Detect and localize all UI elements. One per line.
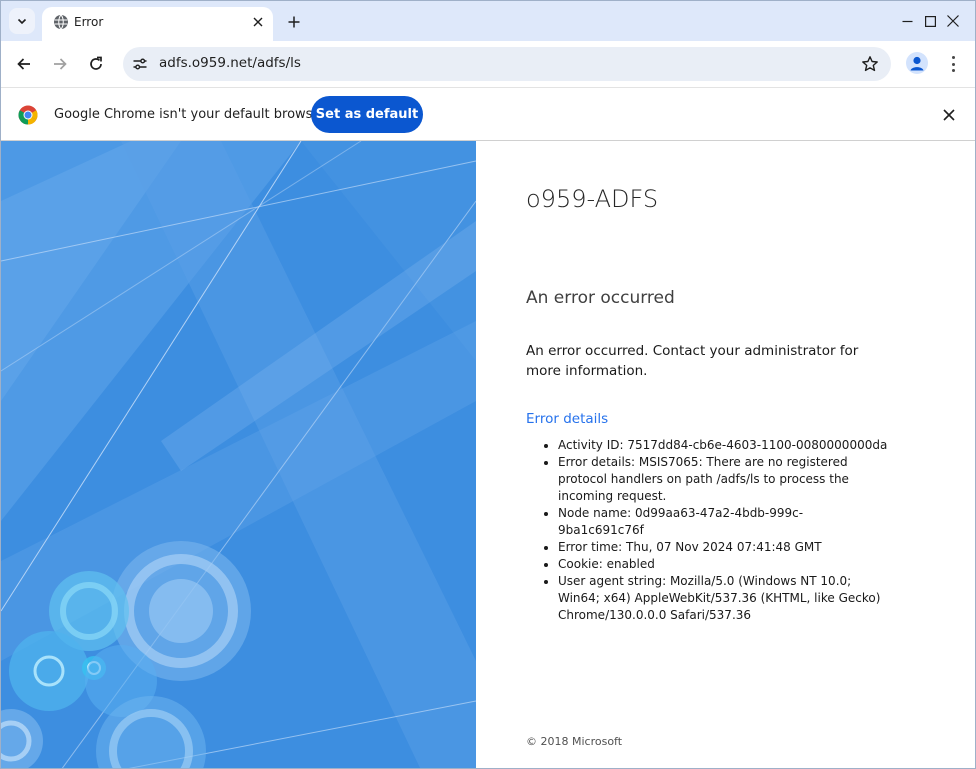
detail-user-agent: User agent string: Mozilla/5.0 (Windows … — [558, 573, 888, 624]
profile-button[interactable] — [906, 52, 928, 74]
forward-button[interactable] — [48, 52, 72, 76]
tab-close-button[interactable] — [250, 14, 266, 30]
default-browser-infobar: Google Chrome isn't your default browser… — [1, 87, 975, 141]
decorative-background — [1, 141, 476, 768]
copyright: © 2018 Microsoft — [526, 735, 623, 748]
error-details-link[interactable]: Error details — [526, 411, 608, 427]
detail-error-time: Error time: Thu, 07 Nov 2024 07:41:48 GM… — [558, 539, 888, 556]
new-tab-button[interactable] — [284, 12, 304, 32]
url-text[interactable]: adfs.o959.net/adfs/ls — [159, 55, 301, 71]
detail-node-name: Node name: 0d99aa63-47a2-4bdb-999c-9ba1c… — [558, 505, 888, 539]
background-illustration — [1, 141, 476, 768]
detail-activity-id: Activity ID: 7517dd84-cb6e-4603-1100-008… — [558, 437, 888, 454]
tab-title: Error — [74, 15, 104, 29]
tab-active[interactable]: Error — [42, 7, 273, 41]
forward-arrow-icon — [54, 58, 67, 70]
tune-icon — [133, 58, 147, 70]
chrome-logo-icon — [18, 105, 38, 125]
star-icon[interactable] — [861, 55, 879, 73]
close-icon — [253, 17, 263, 27]
close-window-button[interactable] — [930, 1, 975, 41]
site-info-button[interactable] — [131, 55, 149, 73]
back-arrow-icon — [17, 58, 30, 70]
error-message: An error occurred. Contact your administ… — [526, 343, 859, 379]
error-panel: o959-ADFS An error occurred An error occ… — [476, 141, 975, 768]
infobar-message: Google Chrome isn't your default browser — [54, 107, 326, 122]
globe-icon — [54, 14, 68, 30]
company-name: o959-ADFS — [526, 185, 659, 213]
tab-strip: Error — [1, 1, 975, 41]
browser-window: Error adfs.o959.net/adfs/ls Google Chrom… — [0, 0, 976, 769]
set-as-default-button[interactable]: Set as default — [311, 96, 423, 133]
tab-search-button[interactable] — [9, 8, 35, 34]
detail-error: Error details: MSIS7065: There are no re… — [558, 454, 888, 505]
toolbar: adfs.o959.net/adfs/ls — [1, 41, 975, 87]
back-button[interactable] — [12, 52, 36, 76]
reload-icon — [90, 56, 102, 70]
more-vert-icon[interactable] — [947, 53, 959, 75]
page-content: o959-ADFS An error occurred An error occ… — [1, 141, 975, 768]
address-bar[interactable]: adfs.o959.net/adfs/ls — [123, 47, 891, 81]
avatar-icon — [910, 56, 924, 71]
close-icon — [947, 15, 959, 27]
reload-button[interactable] — [84, 52, 108, 76]
chevron-down-icon — [17, 18, 27, 25]
detail-cookie: Cookie: enabled — [558, 556, 888, 573]
plus-icon — [288, 16, 300, 28]
close-icon[interactable] — [941, 107, 957, 123]
page-title: An error occurred — [526, 288, 675, 308]
error-details-list: Activity ID: 7517dd84-cb6e-4603-1100-008… — [558, 437, 888, 624]
